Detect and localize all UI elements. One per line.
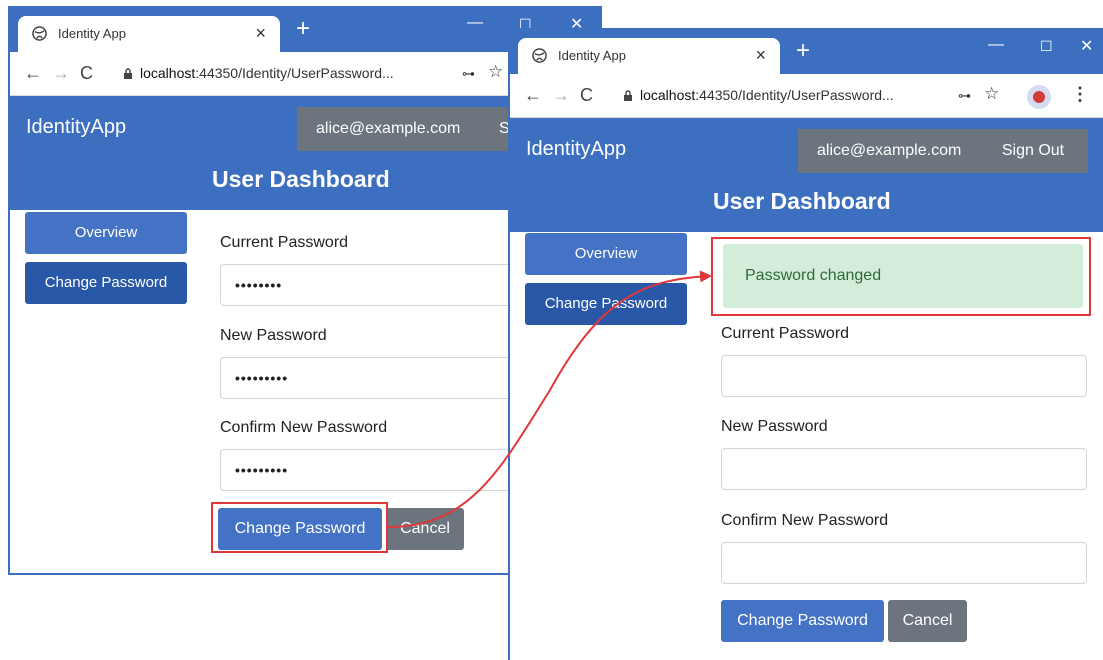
cancel-button[interactable]: Cancel	[888, 600, 967, 642]
tab-strip: Identity App × + — ☐ ✕	[510, 30, 1103, 74]
sign-out-button[interactable]: Sign Out	[978, 129, 1088, 173]
url-path: :44350/Identity/UserPassword...	[195, 65, 394, 81]
app-header: IdentityApp alice@example.com Sign Out U…	[510, 118, 1103, 232]
change-password-button[interactable]: Change Password	[721, 600, 884, 642]
address-bar[interactable]: localhost:44350/Identity/UserPassword...	[640, 87, 894, 103]
profile-avatar-dot	[1033, 91, 1045, 103]
new-password-label: New Password	[220, 327, 327, 344]
browser-tab[interactable]: Identity App ×	[518, 38, 780, 74]
sidebar-item-overview[interactable]: Overview	[525, 233, 687, 275]
sidebar-item-change-password[interactable]: Change Password	[525, 283, 687, 325]
user-email-button[interactable]: alice@example.com	[798, 129, 978, 173]
browser-toolbar: ← → C localhost:44350/Identity/UserPassw…	[510, 74, 1103, 118]
sidebar-item-overview[interactable]: Overview	[25, 212, 187, 254]
lock-icon	[624, 90, 632, 101]
url-path: :44350/Identity/UserPassword...	[695, 87, 894, 103]
tab-title: Identity App	[558, 48, 626, 63]
tab-close-icon[interactable]: ×	[255, 23, 266, 44]
confirm-password-field[interactable]	[721, 542, 1087, 584]
sidebar-item-change-password[interactable]: Change Password	[25, 262, 187, 304]
tab-title: Identity App	[58, 26, 126, 41]
new-password-label: New Password	[721, 418, 828, 435]
submit-highlight-box	[211, 502, 388, 553]
menu-icon[interactable]: ⋮	[1071, 84, 1089, 105]
lock-icon	[124, 68, 132, 79]
confirm-password-label: Confirm New Password	[220, 419, 388, 436]
close-window-icon[interactable]: ✕	[1080, 36, 1093, 56]
back-icon[interactable]: ←	[24, 63, 42, 83]
new-tab-icon[interactable]: +	[796, 39, 810, 63]
star-icon[interactable]: ☆	[984, 84, 999, 104]
url-host: localhost	[140, 65, 196, 81]
key-icon[interactable]: ⊶	[958, 88, 971, 104]
minimize-icon[interactable]: —	[988, 36, 1004, 54]
browser-tab[interactable]: Identity App ×	[18, 16, 280, 52]
maximize-icon[interactable]: ☐	[1040, 38, 1053, 55]
profile-avatar-icon[interactable]	[1027, 85, 1051, 109]
brand-logo[interactable]: IdentityApp	[26, 116, 126, 139]
back-icon[interactable]: ←	[524, 85, 542, 105]
globe-icon	[532, 48, 547, 63]
current-password-field[interactable]	[721, 355, 1087, 397]
browser-window-after: Identity App × + — ☐ ✕ ← → C localhost:4…	[508, 28, 1103, 660]
star-icon[interactable]: ☆	[488, 62, 503, 82]
cancel-button[interactable]: Cancel	[386, 508, 464, 550]
reload-icon[interactable]: C	[80, 63, 93, 83]
current-password-label: Current Password	[721, 325, 850, 342]
minimize-icon[interactable]: —	[467, 14, 483, 32]
url-host: localhost	[640, 87, 696, 103]
address-bar[interactable]: localhost:44350/Identity/UserPassword...	[140, 65, 394, 81]
globe-icon	[32, 26, 47, 41]
reload-icon[interactable]: C	[580, 85, 593, 105]
key-icon[interactable]: ⊶	[462, 66, 475, 82]
page-title: User Dashboard	[713, 188, 891, 214]
forward-icon[interactable]: →	[552, 85, 570, 105]
alert-highlight-box	[711, 237, 1091, 316]
new-tab-icon[interactable]: +	[296, 17, 310, 41]
confirm-password-label: Confirm New Password	[721, 512, 889, 529]
new-password-field[interactable]	[721, 448, 1087, 490]
current-password-label: Current Password	[220, 234, 349, 251]
forward-icon[interactable]: →	[52, 63, 70, 83]
tab-close-icon[interactable]: ×	[755, 45, 766, 66]
brand-logo[interactable]: IdentityApp	[526, 138, 626, 161]
